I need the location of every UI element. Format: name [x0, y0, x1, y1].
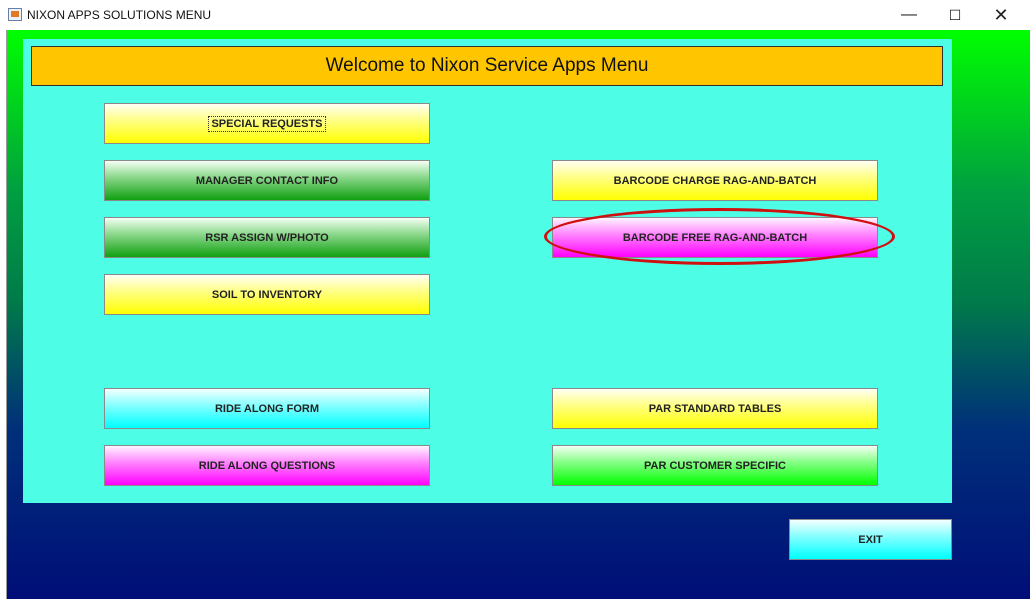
special-requests-button[interactable]: SPECIAL REQUESTS	[104, 103, 430, 144]
par-standard-tables-button[interactable]: PAR STANDARD TABLES	[552, 388, 878, 429]
manager-contact-info-button[interactable]: MANAGER CONTACT INFO	[104, 160, 430, 201]
barcode-charge-button[interactable]: BARCODE CHARGE RAG-AND-BATCH	[552, 160, 878, 201]
rsr-assign-photo-button[interactable]: RSR ASSIGN W/PHOTO	[104, 217, 430, 258]
background-window-edge	[0, 30, 7, 599]
special-requests-label: SPECIAL REQUESTS	[208, 115, 326, 132]
minimize-button[interactable]: —	[887, 0, 931, 30]
par-customer-specific-button[interactable]: PAR CUSTOMER SPECIFIC	[552, 445, 878, 486]
java-app-icon	[8, 8, 22, 21]
exit-button[interactable]: EXIT	[789, 519, 952, 560]
barcode-free-button[interactable]: BARCODE FREE RAG-AND-BATCH	[552, 217, 878, 258]
welcome-header: Welcome to Nixon Service Apps Menu	[31, 46, 943, 86]
title-bar[interactable]: NIXON APPS SOLUTIONS MENU — ☐ ✕	[0, 0, 1030, 30]
close-button[interactable]: ✕	[979, 0, 1023, 30]
ride-along-form-button[interactable]: RIDE ALONG FORM	[104, 388, 430, 429]
ride-along-questions-button[interactable]: RIDE ALONG QUESTIONS	[104, 445, 430, 486]
window-title: NIXON APPS SOLUTIONS MENU	[27, 8, 212, 22]
soil-to-inventory-button[interactable]: SOIL TO INVENTORY	[104, 274, 430, 315]
maximize-button[interactable]: ☐	[933, 0, 977, 30]
